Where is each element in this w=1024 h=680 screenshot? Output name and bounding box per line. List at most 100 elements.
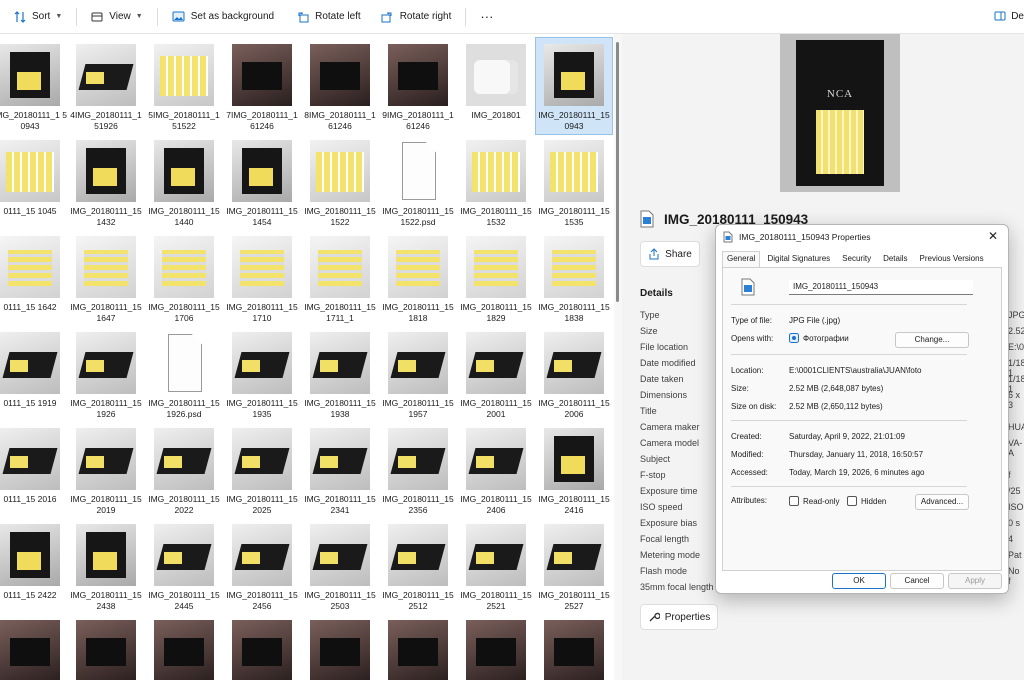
- rotate-right-button[interactable]: Rotate right: [375, 5, 458, 29]
- divider: [731, 304, 967, 305]
- file-item[interactable]: 0111_15 2422: [0, 518, 68, 614]
- file-item[interactable]: 0111_15 1045: [0, 134, 68, 230]
- tab-security[interactable]: Security: [837, 251, 876, 267]
- file-item[interactable]: IMG_20180111_16: [536, 614, 612, 680]
- file-item[interactable]: 0111_15 2016: [0, 422, 68, 518]
- file-item[interactable]: IMG_20180111_15 2456: [224, 518, 300, 614]
- file-item[interactable]: IMG_20180111_15 2025: [224, 422, 300, 518]
- tab-digital-signatures[interactable]: Digital Signatures: [762, 251, 835, 267]
- file-item[interactable]: IMG_20180111_15 1710: [224, 230, 300, 326]
- file-name-label: IMG_20180111_15 1706: [148, 302, 220, 323]
- file-item[interactable]: 0111_15: [0, 614, 68, 680]
- file-item[interactable]: IMG_20180111_15 2527: [536, 518, 612, 614]
- sort-button[interactable]: Sort ▼: [8, 5, 68, 29]
- advanced-button[interactable]: Advanced...: [915, 494, 969, 510]
- file-item[interactable]: IMG_20180111_15 2001: [458, 326, 534, 422]
- file-item[interactable]: IMG_20180111_15 1838: [536, 230, 612, 326]
- file-name-field[interactable]: IMG_20180111_150943: [789, 280, 973, 295]
- file-item[interactable]: IMG_20180111_15: [302, 614, 378, 680]
- file-item[interactable]: IMG_201801: [458, 38, 534, 134]
- properties-button[interactable]: Properties: [640, 604, 718, 630]
- file-item[interactable]: IMG_20180111_15 2438: [68, 518, 144, 614]
- image-thumbnail: [388, 44, 448, 106]
- file-name-label: 7IMG_20180111_1 61246: [226, 110, 298, 131]
- file-item[interactable]: 0111_15 1919: [0, 326, 68, 422]
- property-label: ISO speed: [640, 502, 683, 512]
- more-options-button[interactable]: ···: [474, 5, 499, 29]
- tab-general[interactable]: General: [722, 251, 761, 267]
- file-item[interactable]: 8IMG_20180111_1 61246: [302, 38, 378, 134]
- image-thumbnail: [76, 524, 136, 586]
- set-as-background-button[interactable]: Set as background: [166, 5, 280, 29]
- scrollbar-thumb[interactable]: [616, 42, 619, 302]
- rotate-left-button[interactable]: Rotate left: [290, 5, 367, 29]
- file-item[interactable]: IMG_20180111_15 2356: [380, 422, 456, 518]
- file-item[interactable]: IMG_20180111_15 1818: [380, 230, 456, 326]
- file-item[interactable]: IMG_20180111_15 1535: [536, 134, 612, 230]
- grid-scrollbar[interactable]: [614, 34, 622, 680]
- file-item[interactable]: IMG_20180111_16: [458, 614, 534, 680]
- property-label: Exposure bias: [640, 518, 698, 528]
- tab-previous-versions[interactable]: Previous Versions: [915, 251, 989, 267]
- file-name-label: IMG_20180111_15 2022: [148, 494, 220, 515]
- file-item[interactable]: IMG_20180111_15 1532: [458, 134, 534, 230]
- file-item[interactable]: IMG_20180111_15 1938: [302, 326, 378, 422]
- file-item[interactable]: IMG_20180111_15 2006: [536, 326, 612, 422]
- dialog-titlebar[interactable]: IMG_20180111_150943 Properties: [716, 225, 1008, 249]
- hidden-checkbox[interactable]: Hidden: [847, 496, 886, 506]
- file-item[interactable]: IMG_20180111_15 1454: [224, 134, 300, 230]
- file-item[interactable]: IMG_20180111_16: [380, 614, 456, 680]
- file-name-label: IMG_20180111_15 1926.psd: [148, 398, 220, 419]
- file-item[interactable]: IMG_20180111_15 2406: [458, 422, 534, 518]
- image-thumbnail: [76, 428, 136, 490]
- file-item[interactable]: IMG_20180111_1 50943: [0, 38, 68, 134]
- file-item[interactable]: IMG_20180111_15 2503: [302, 518, 378, 614]
- file-item[interactable]: IMG_20180111_15 2521: [458, 518, 534, 614]
- file-name-label: 0111_15 1919: [3, 398, 57, 408]
- file-item[interactable]: IMG_20180111_15 2341: [302, 422, 378, 518]
- file-item[interactable]: 4IMG_20180111_1 51926: [68, 38, 144, 134]
- file-item[interactable]: IMG_20180111_15 1522: [302, 134, 378, 230]
- file-item[interactable]: IMG_20180111_15 1926.psd: [146, 326, 222, 422]
- details-pane-toggle[interactable]: De: [994, 4, 1024, 28]
- file-item[interactable]: IMG_20180111_15: [146, 614, 222, 680]
- file-name-label: IMG_20180111_15 1522.psd: [382, 206, 454, 227]
- tab-details[interactable]: Details: [878, 251, 912, 267]
- file-item[interactable]: IMG_20180111_15 2019: [68, 422, 144, 518]
- read-only-checkbox[interactable]: Read-only: [789, 496, 839, 506]
- apply-button[interactable]: Apply: [948, 573, 1002, 589]
- change-button[interactable]: Change...: [895, 332, 969, 348]
- file-item[interactable]: IMG_20180111_15 1711_1: [302, 230, 378, 326]
- ok-button[interactable]: OK: [832, 573, 886, 589]
- file-item[interactable]: IMG_20180111_15 1926: [68, 326, 144, 422]
- file-item[interactable]: IMG_20180111_15 1957: [380, 326, 456, 422]
- file-item[interactable]: IMG_20180111_15: [224, 614, 300, 680]
- file-item[interactable]: 9IMG_20180111_1 61246: [380, 38, 456, 134]
- file-item[interactable]: IMG_20180111_15 1522.psd: [380, 134, 456, 230]
- image-thumbnail: [466, 44, 526, 106]
- file-item[interactable]: IMG_20180111_15 2416: [536, 422, 612, 518]
- file-item[interactable]: IMG_20180111_15 2512: [380, 518, 456, 614]
- checkbox-icon: [847, 496, 857, 506]
- file-item[interactable]: IMG_20180111_15 2022: [146, 422, 222, 518]
- close-icon[interactable]: ✕: [984, 227, 1002, 245]
- photos-app-icon: [789, 333, 799, 343]
- share-button[interactable]: Share: [640, 241, 700, 267]
- file-item[interactable]: IMG_20180111_15 1432: [68, 134, 144, 230]
- file-item[interactable]: 7IMG_20180111_1 61246: [224, 38, 300, 134]
- file-item[interactable]: IMG_20180111_15 1440: [146, 134, 222, 230]
- file-item[interactable]: IMG_20180111_15 2445: [146, 518, 222, 614]
- file-item[interactable]: IMG_20180111_15 1935: [224, 326, 300, 422]
- file-name-label: 5IMG_20180111_1 51522: [148, 110, 220, 131]
- cancel-button[interactable]: Cancel: [890, 573, 944, 589]
- file-item[interactable]: IMG_20180111_15 1829: [458, 230, 534, 326]
- file-item[interactable]: IMG_20180111_15 1647: [68, 230, 144, 326]
- file-item[interactable]: IMG_20180111_15: [68, 614, 144, 680]
- file-item[interactable]: IMG_20180111_15 1706: [146, 230, 222, 326]
- file-item[interactable]: 0111_15 1642: [0, 230, 68, 326]
- view-button[interactable]: View ▼: [85, 5, 148, 29]
- rotate-left-icon: [298, 12, 309, 22]
- file-item[interactable]: IMG_20180111_15 0943: [535, 37, 613, 135]
- file-item[interactable]: 5IMG_20180111_1 51522: [146, 38, 222, 134]
- file-name-label: IMG_20180111_15 1647: [70, 302, 142, 323]
